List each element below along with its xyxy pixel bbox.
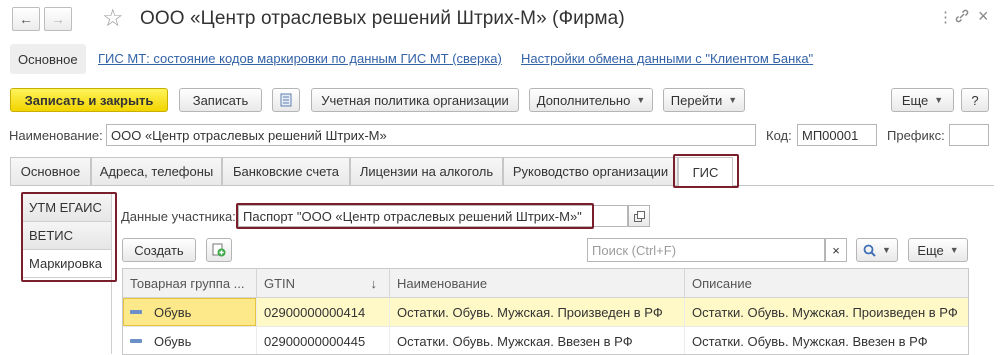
row-item-icon — [130, 310, 142, 314]
clear-search-button[interactable]: × — [825, 238, 847, 262]
list-more-button[interactable]: Еще ▼ — [908, 238, 968, 262]
add-document-icon — [212, 243, 226, 257]
back-button[interactable]: ← — [12, 7, 40, 31]
close-icon: × — [832, 242, 840, 258]
section-main[interactable]: Основное — [10, 44, 86, 74]
tabs-baseline — [10, 185, 994, 186]
tab-management[interactable]: Руководство организации — [503, 157, 678, 185]
arrow-left-icon: ← — [19, 11, 33, 27]
column-header-product-group[interactable]: Товарная группа ... — [123, 269, 257, 297]
search-icon — [863, 244, 876, 257]
gis-tab-highlight — [673, 154, 739, 188]
document-list-icon — [280, 93, 292, 107]
chevron-down-icon: ▼ — [882, 245, 891, 255]
cell-description[interactable]: Остатки. Обувь. Мужская. Ввезен в РФ — [685, 327, 968, 354]
arrow-right-icon: → — [51, 11, 65, 27]
sort-down-icon: ↓ — [370, 275, 378, 291]
list-more-label: Еще — [917, 242, 944, 258]
cell-name[interactable]: Остатки. Обувь. Мужская. Произведен в РФ — [390, 298, 685, 326]
open-participant-button[interactable] — [628, 205, 650, 227]
favorite-star-icon[interactable]: ☆ — [102, 7, 124, 31]
column-header-description[interactable]: Описание — [685, 269, 968, 297]
column-header-gtin[interactable]: GTIN ↓ — [257, 269, 390, 297]
tab-addresses[interactable]: Адреса, телефоны — [91, 157, 222, 185]
name-field[interactable]: ООО «Центр отраслевых решений Штрих-М» — [106, 124, 756, 146]
chevron-down-icon: ▼ — [636, 95, 646, 105]
list-icon-button[interactable] — [272, 88, 300, 112]
goto-dropdown-button[interactable]: Перейти ▼ — [663, 88, 745, 112]
accounting-policy-button[interactable]: Учетная политика организации — [311, 88, 519, 112]
cell-gtin[interactable]: 02900000000414 — [257, 298, 390, 326]
cell-product-group[interactable]: Обувь — [123, 327, 257, 354]
create-button[interactable]: Создать — [122, 238, 196, 262]
save-and-close-button[interactable]: Записать и закрыть — [10, 88, 168, 112]
vertical-tabs-highlight — [21, 192, 117, 282]
help-button[interactable]: ? — [961, 88, 989, 112]
code-field[interactable]: МП00001 — [797, 124, 877, 146]
participant-label: Данные участника: — [121, 209, 236, 224]
window-title: ООО «Центр отраслевых решений Штрих-М» (… — [140, 8, 625, 29]
more-dropdown-button[interactable]: Еще ▼ — [891, 88, 954, 112]
more-label: Еще — [901, 92, 929, 108]
chevron-down-icon: ▼ — [934, 95, 944, 105]
prefix-label: Префикс: — [887, 128, 945, 143]
chevron-down-icon: ▼ — [728, 95, 738, 105]
code-label: Код: — [766, 128, 792, 143]
cell-product-group[interactable]: Обувь — [123, 298, 257, 326]
marking-table: Товарная группа ... GTIN ↓ Наименование … — [122, 268, 969, 355]
additional-label: Дополнительно — [536, 92, 631, 108]
goto-label: Перейти — [670, 92, 723, 108]
link-icon[interactable] — [955, 9, 969, 27]
open-window-icon — [633, 210, 645, 222]
more-vertical-icon[interactable]: ⋮ — [938, 10, 953, 26]
tab-alcohol-licenses[interactable]: Лицензии на алкоголь — [350, 157, 503, 185]
table-header: Товарная группа ... GTIN ↓ Наименование … — [123, 269, 968, 298]
prefix-field[interactable] — [949, 124, 989, 146]
cell-name[interactable]: Остатки. Обувь. Мужская. Ввезен в РФ — [390, 327, 685, 354]
cell-description[interactable]: Остатки. Обувь. Мужская. Произведен в РФ — [685, 298, 968, 326]
add-from-file-button[interactable] — [206, 238, 232, 262]
cell-gtin[interactable]: 02900000000445 — [257, 327, 390, 354]
tab-main[interactable]: Основное — [10, 157, 91, 185]
chevron-down-icon: ▼ — [949, 245, 959, 255]
name-label: Наименование: — [9, 128, 103, 143]
search-input[interactable]: Поиск (Ctrl+F) — [587, 238, 825, 262]
cell-text: Обувь — [154, 304, 192, 320]
gis-mt-reconciliation-link[interactable]: ГИС МТ: состояние кодов маркировки по да… — [98, 51, 502, 66]
table-row[interactable]: Обувь 02900000000414 Остатки. Обувь. Муж… — [123, 298, 968, 327]
search-dropdown-button[interactable]: ▼ — [856, 238, 898, 262]
bank-client-settings-link[interactable]: Настройки обмена данными с "Клиентом Бан… — [521, 51, 813, 66]
row-item-icon — [130, 339, 142, 343]
gtin-header-label: GTIN — [264, 275, 296, 291]
tab-bank-accounts[interactable]: Банковские счета — [222, 157, 350, 185]
cell-text: Обувь — [154, 333, 192, 349]
additional-dropdown-button[interactable]: Дополнительно ▼ — [529, 88, 653, 112]
forward-button[interactable]: → — [44, 7, 72, 31]
column-header-name[interactable]: Наименование — [390, 269, 685, 297]
table-row[interactable]: Обувь 02900000000445 Остатки. Обувь. Муж… — [123, 327, 968, 354]
save-button[interactable]: Записать — [179, 88, 262, 112]
close-icon[interactable]: × — [978, 7, 989, 25]
participant-highlight — [236, 203, 594, 229]
